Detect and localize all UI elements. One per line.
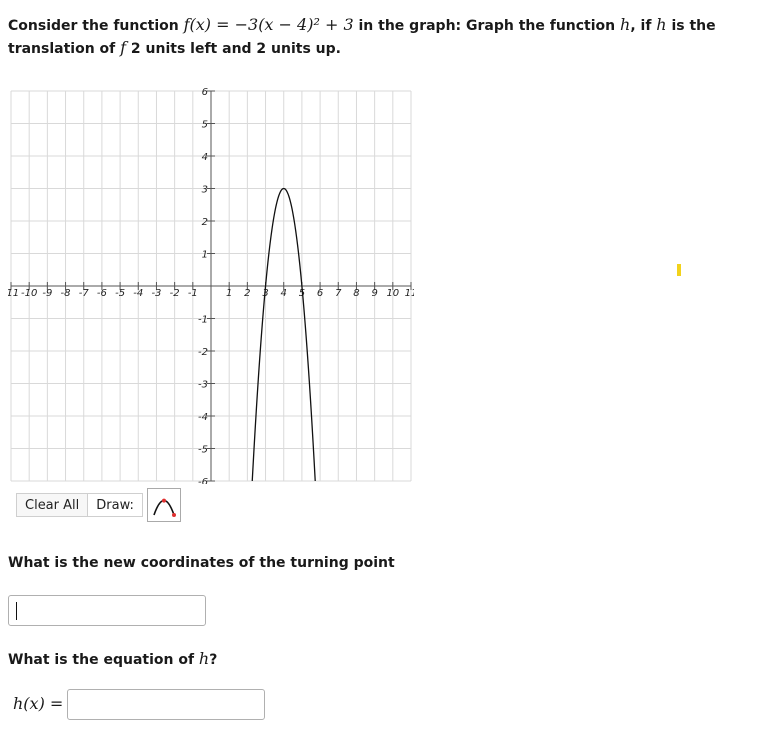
y-tick-label: 6 bbox=[202, 88, 208, 98]
h-variable-2: h bbox=[656, 15, 667, 34]
equation-prompt: What is the equation of h? bbox=[8, 649, 217, 668]
y-tick-label: -4 bbox=[198, 412, 208, 423]
y-tick-label: 2 bbox=[202, 217, 208, 228]
x-tick-label: -10 bbox=[21, 288, 37, 299]
y-tick-label: -5 bbox=[198, 445, 208, 456]
turning-point-prompt: What is the new coordinates of the turni… bbox=[8, 555, 395, 571]
turning-point-input[interactable] bbox=[8, 595, 206, 626]
parabola-tool-button[interactable] bbox=[146, 488, 181, 522]
equation-input[interactable] bbox=[67, 689, 265, 720]
x-tick-label: 8 bbox=[353, 288, 359, 299]
question-intro: Consider the function bbox=[8, 18, 179, 34]
x-tick-label: -11 bbox=[8, 288, 19, 299]
x-tick-label: -7 bbox=[79, 288, 90, 299]
equation-prompt-end: ? bbox=[209, 652, 218, 668]
x-tick-label: -4 bbox=[133, 288, 143, 299]
y-tick-label: 1 bbox=[202, 250, 208, 261]
function-expression: f(x) = −3(x − 4)² + 3 bbox=[183, 15, 354, 34]
x-tick-label: 4 bbox=[281, 288, 287, 299]
y-tick-label: 3 bbox=[202, 185, 208, 196]
x-tick-label: -9 bbox=[42, 288, 52, 299]
x-tick-label: 10 bbox=[386, 288, 399, 299]
x-tick-label: -2 bbox=[170, 288, 180, 299]
highlight-marker bbox=[677, 264, 681, 276]
x-tick-label: 1 bbox=[226, 288, 232, 299]
y-tick-label: -6 bbox=[198, 477, 208, 484]
x-tick-label: -6 bbox=[97, 288, 107, 299]
h-of-x-label: h(x) = bbox=[13, 694, 64, 713]
equation-prompt-var: h bbox=[198, 649, 210, 668]
x-tick-label: -5 bbox=[115, 288, 125, 299]
graph-canvas[interactable]: -11-10-9-8-7-6-5-4-3-2-11234567891011654… bbox=[8, 88, 414, 484]
text-caret bbox=[16, 602, 17, 620]
clear-all-button[interactable]: Clear All bbox=[16, 493, 89, 517]
x-tick-label: 2 bbox=[244, 288, 250, 299]
draw-label: Draw: bbox=[88, 493, 143, 517]
graph-toolbar: Clear All Draw: bbox=[16, 488, 181, 522]
y-tick-label: -3 bbox=[198, 380, 208, 391]
parabola-tool-icon bbox=[153, 498, 176, 517]
x-tick-label: -8 bbox=[61, 288, 71, 299]
x-tick-label: -1 bbox=[188, 288, 198, 299]
question-mid: in the graph: Graph the function bbox=[358, 18, 616, 34]
y-tick-label: 4 bbox=[202, 152, 208, 163]
coordinate-grid[interactable]: -11-10-9-8-7-6-5-4-3-2-11234567891011654… bbox=[8, 88, 414, 484]
y-tick-label: -1 bbox=[198, 315, 208, 326]
question-end: 2 units left and 2 units up. bbox=[130, 41, 341, 57]
question-mid2: , if bbox=[630, 18, 652, 34]
x-tick-label: 11 bbox=[405, 288, 414, 299]
h-variable: h bbox=[620, 15, 631, 34]
question-text: Consider the function f(x) = −3(x − 4)² … bbox=[8, 14, 748, 60]
f-variable: f bbox=[120, 38, 127, 57]
equation-prompt-text: What is the equation of bbox=[8, 652, 195, 668]
x-tick-label: -3 bbox=[151, 288, 161, 299]
y-tick-label: -2 bbox=[198, 347, 208, 358]
x-tick-label: 9 bbox=[371, 288, 377, 299]
y-tick-label: 5 bbox=[202, 120, 208, 131]
x-tick-label: 6 bbox=[317, 288, 323, 299]
x-tick-label: 7 bbox=[335, 288, 342, 299]
